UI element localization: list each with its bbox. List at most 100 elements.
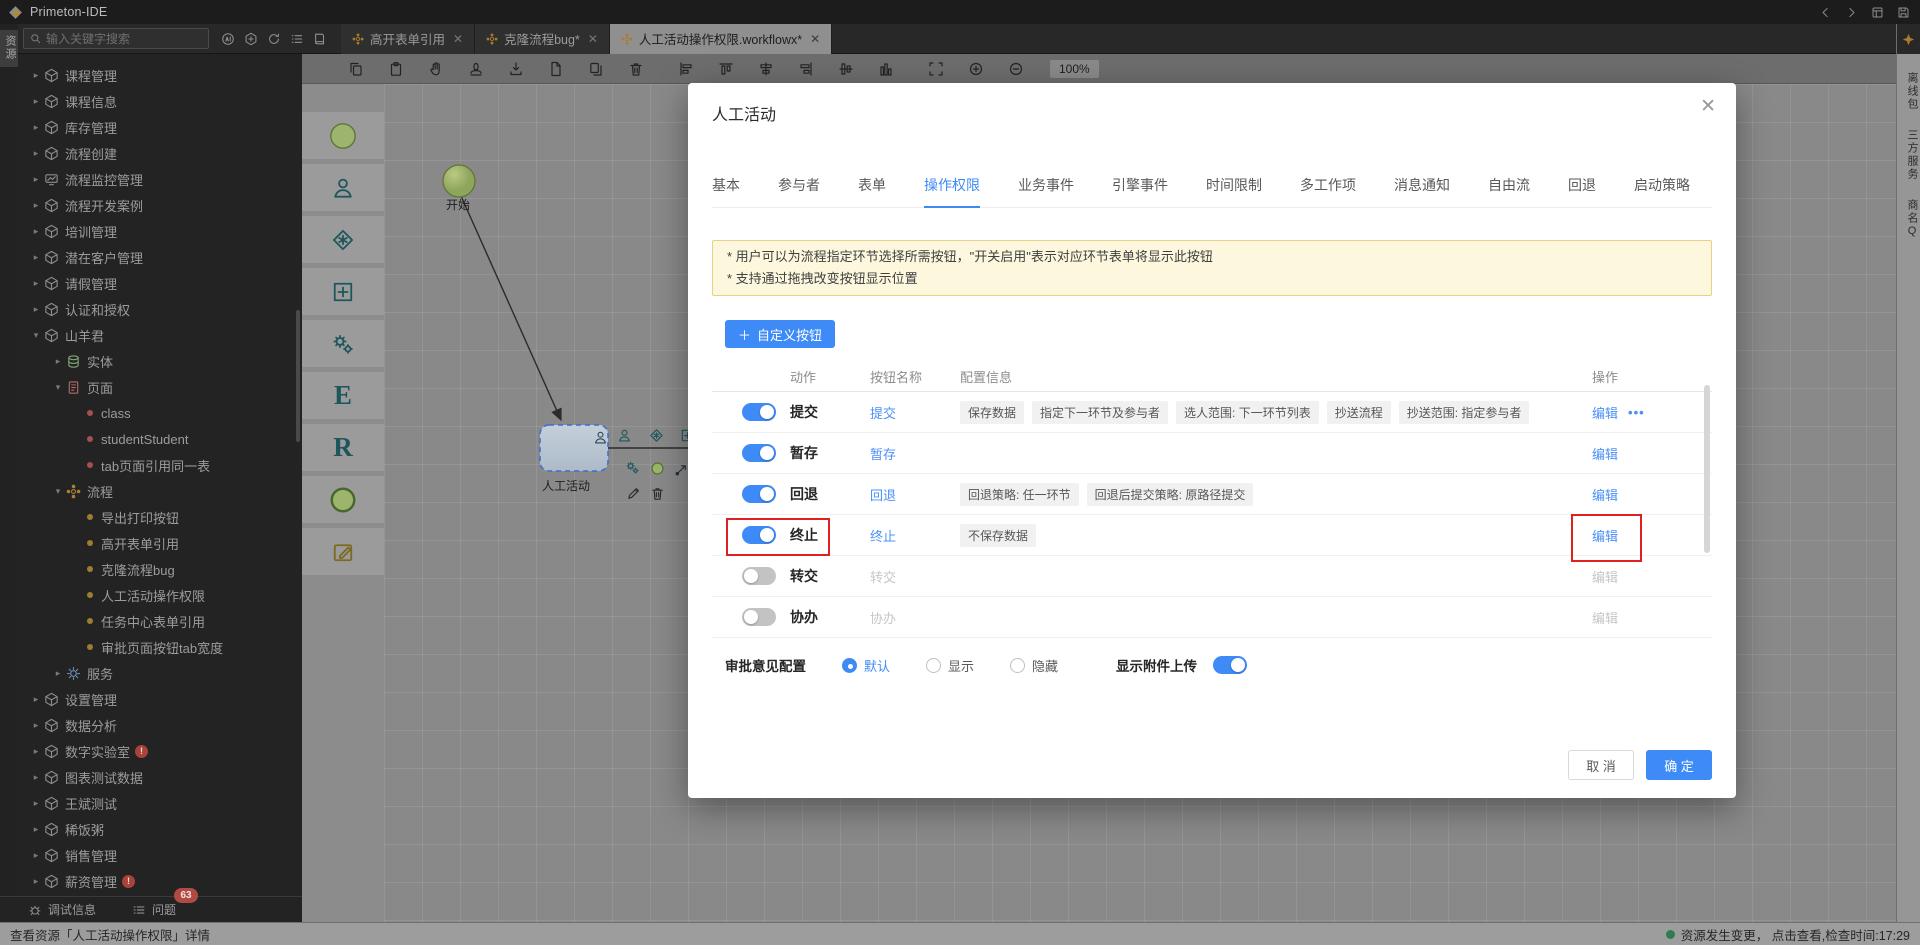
tree-item[interactable]: 导出打印按钮 xyxy=(18,504,302,530)
stamp-icon[interactable] xyxy=(468,61,484,77)
tree-item[interactable]: ▸实体 xyxy=(18,348,302,374)
plugin-icon[interactable] xyxy=(244,32,258,46)
enable-toggle[interactable] xyxy=(742,608,776,626)
dialog-scrollbar-thumb[interactable] xyxy=(1704,385,1710,553)
copy-icon[interactable] xyxy=(348,61,364,77)
dialog-tab-时间限制[interactable]: 时间限制 xyxy=(1206,175,1262,195)
resource-change-notice[interactable]: 资源发生变更， 点击查看,检查时间:17:29 xyxy=(1666,925,1910,944)
edit-link[interactable]: 编辑 xyxy=(1592,403,1618,422)
dialog-tab-基本[interactable]: 基本 xyxy=(712,175,740,195)
zoom-in-icon[interactable] xyxy=(968,61,984,77)
expand-arrow-icon[interactable]: ▸ xyxy=(28,148,44,159)
dialog-tab-自由流[interactable]: 自由流 xyxy=(1488,175,1530,195)
opinion-radio-默认[interactable]: 默认 xyxy=(842,656,890,675)
edit-link[interactable]: 编辑 xyxy=(1592,608,1618,627)
outline-icon[interactable] xyxy=(290,32,304,46)
enable-toggle[interactable] xyxy=(742,526,776,544)
tree-item[interactable]: ▸王斌测试 xyxy=(18,790,302,816)
button-name-link[interactable]: 转交 xyxy=(870,570,896,585)
expand-arrow-icon[interactable]: ▸ xyxy=(50,356,66,367)
align-left-icon[interactable] xyxy=(678,61,694,77)
pencil-icon[interactable] xyxy=(626,486,641,501)
expand-arrow-icon[interactable]: ▸ xyxy=(28,174,44,185)
enable-toggle[interactable] xyxy=(742,403,776,421)
tree-item[interactable]: ▸库存管理 xyxy=(18,114,302,140)
sidebar-scrollbar[interactable] xyxy=(296,310,300,442)
problems-tab[interactable]: 问题 63 xyxy=(132,901,176,918)
dialog-tab-表单[interactable]: 表单 xyxy=(858,175,886,195)
opinion-radio-隐藏[interactable]: 隐藏 xyxy=(1010,656,1058,675)
tree-item[interactable]: 克隆流程bug xyxy=(18,556,302,582)
columns-icon[interactable] xyxy=(878,61,894,77)
dialog-tab-操作权限[interactable]: 操作权限 xyxy=(924,175,980,195)
dialog-tab-启动策略[interactable]: 启动策略 xyxy=(1634,175,1690,195)
arrow-ne-icon[interactable] xyxy=(674,462,689,477)
tree-item[interactable]: ▸流程监控管理 xyxy=(18,166,302,192)
add-custom-button[interactable]: ＋ 自定义按钮 xyxy=(725,320,835,348)
expand-arrow-icon[interactable]: ▸ xyxy=(28,226,44,237)
enable-toggle[interactable] xyxy=(742,444,776,462)
tree-item[interactable]: ▸课程管理 xyxy=(18,62,302,88)
edit-link[interactable]: 编辑 xyxy=(1592,567,1618,586)
expand-arrow-icon[interactable]: ▸ xyxy=(28,70,44,81)
tree-item[interactable]: ▸稀饭粥 xyxy=(18,816,302,842)
tree-item[interactable]: 任务中心表单引用 xyxy=(18,608,302,634)
tree-item[interactable]: ▾山羊君 xyxy=(18,322,302,348)
tree-item[interactable]: ▸薪资管理! xyxy=(18,868,302,894)
edit-link[interactable]: 编辑 xyxy=(1592,444,1618,463)
trash-icon[interactable] xyxy=(628,61,644,77)
right-rail-tab[interactable]: 三方服务 xyxy=(1897,129,1920,181)
tree-item[interactable]: 高开表单引用 xyxy=(18,530,302,556)
expand-arrow-icon[interactable]: ▸ xyxy=(28,252,44,263)
tree-item[interactable]: ▸潜在客户管理 xyxy=(18,244,302,270)
tree-item[interactable]: ▸服务 xyxy=(18,660,302,686)
tree-item[interactable]: ▸流程创建 xyxy=(18,140,302,166)
expand-arrow-icon[interactable]: ▸ xyxy=(28,200,44,211)
expand-arrow-icon[interactable]: ▸ xyxy=(28,96,44,107)
enable-toggle[interactable] xyxy=(742,567,776,585)
gears-icon[interactable] xyxy=(625,460,640,475)
expand-arrow-icon[interactable]: ▸ xyxy=(28,278,44,289)
expand-arrow-icon[interactable]: ▸ xyxy=(28,746,44,757)
close-tab-icon[interactable]: ✕ xyxy=(453,32,463,46)
button-name-link[interactable]: 终止 xyxy=(870,529,896,544)
right-rail-tab[interactable]: 商名Q xyxy=(1897,199,1920,239)
tree-item[interactable]: tab页面引用同一表 xyxy=(18,452,302,478)
button-name-link[interactable]: 协办 xyxy=(870,611,896,626)
chevron-right-icon[interactable] xyxy=(1845,6,1858,19)
align-center-h-icon[interactable] xyxy=(758,61,774,77)
dialog-tab-消息通知[interactable]: 消息通知 xyxy=(1394,175,1450,195)
expand-arrow-icon[interactable]: ▸ xyxy=(28,122,44,133)
expand-arrow-icon[interactable]: ▸ xyxy=(28,772,44,783)
tree-item[interactable]: ▸流程开发案例 xyxy=(18,192,302,218)
palette-entity-r[interactable]: R xyxy=(302,424,384,471)
person-icon[interactable] xyxy=(617,428,632,443)
opinion-radio-显示[interactable]: 显示 xyxy=(926,656,974,675)
button-name-link[interactable]: 回退 xyxy=(870,488,896,503)
doc-tab-1[interactable]: 高开表单引用✕ xyxy=(341,24,475,54)
expand-arrow-icon[interactable]: ▸ xyxy=(28,850,44,861)
file-icon[interactable] xyxy=(548,61,564,77)
tree-item[interactable]: ▸图表测试数据 xyxy=(18,764,302,790)
assistant-icon[interactable] xyxy=(1902,33,1915,46)
duplicate-icon[interactable] xyxy=(588,61,604,77)
start-node[interactable] xyxy=(443,165,475,197)
tree-item[interactable]: 审批页面按钮tab宽度 xyxy=(18,634,302,660)
align-top-icon[interactable] xyxy=(718,61,734,77)
refresh-icon[interactable] xyxy=(267,32,281,46)
expand-arrow-icon[interactable]: ▸ xyxy=(28,694,44,705)
expand-arrow-icon[interactable]: ▸ xyxy=(50,668,66,679)
edit-link[interactable]: 编辑 xyxy=(1592,526,1618,545)
close-tab-icon[interactable]: ✕ xyxy=(588,32,598,46)
doc-tab-3[interactable]: 人工活动操作权限.workflowx*✕ xyxy=(610,24,832,54)
expand-arrow-icon[interactable]: ▸ xyxy=(28,304,44,315)
collapse-arrow-icon[interactable]: ▾ xyxy=(50,382,66,393)
tree-item[interactable]: ▸课程信息 xyxy=(18,88,302,114)
palette-annotation-node[interactable] xyxy=(302,528,384,575)
tree-item[interactable]: ▸数字实验室! xyxy=(18,738,302,764)
palette-subprocess-node[interactable] xyxy=(302,268,384,315)
zoom-out-icon[interactable] xyxy=(1008,61,1024,77)
collapse-arrow-icon[interactable]: ▾ xyxy=(50,486,66,497)
doc-tab-2[interactable]: 克隆流程bug*✕ xyxy=(475,24,610,54)
download-icon[interactable] xyxy=(508,61,524,77)
